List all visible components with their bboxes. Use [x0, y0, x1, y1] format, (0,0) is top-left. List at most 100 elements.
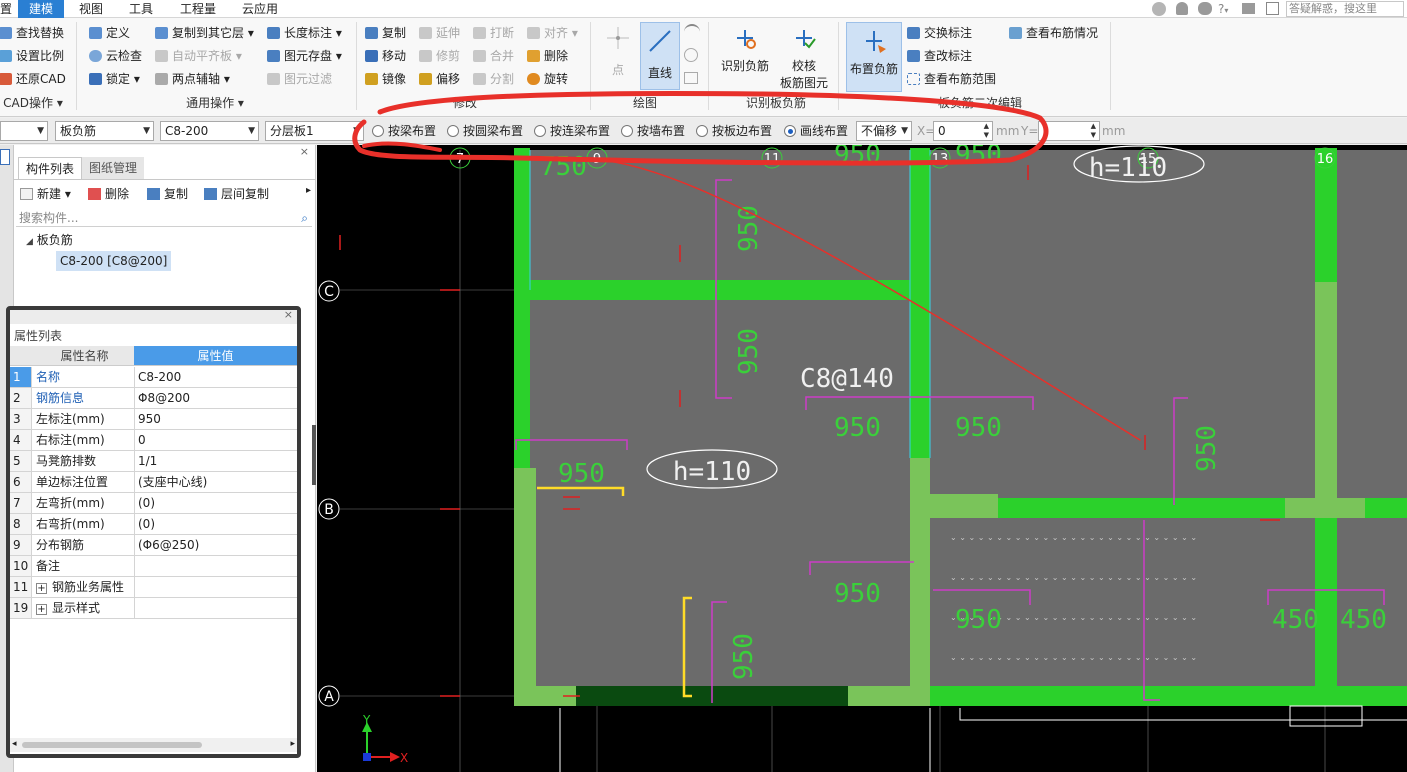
property-value[interactable]: (Φ6@250) — [134, 535, 297, 555]
delete-component-button[interactable]: 删除 — [88, 185, 129, 203]
property-row[interactable]: 8 右弯折(mm) (0) — [10, 514, 297, 535]
circle-icon[interactable] — [684, 48, 698, 62]
split-button[interactable]: 分割 — [472, 69, 514, 89]
expand-icon[interactable]: + — [36, 583, 47, 594]
shirt-icon[interactable] — [1242, 3, 1255, 14]
cloud-check-button[interactable]: 云检查 — [88, 46, 142, 66]
view-rebar-button[interactable]: 查看布筋情况 — [1008, 23, 1098, 43]
property-row[interactable]: 2 钢筋信息 Φ8@200 — [10, 388, 297, 409]
user-icon[interactable] — [1152, 2, 1166, 16]
align-button[interactable]: 对齐 ▾ — [526, 23, 578, 43]
property-row[interactable]: 1 名称 C8-200 — [10, 367, 297, 388]
cad-group-label[interactable]: CAD操作 ▾ — [0, 94, 66, 112]
place-neg-button[interactable]: 布置负筋 — [846, 22, 902, 92]
point-button[interactable]: 点 — [600, 20, 636, 90]
rotate-button[interactable]: 旋转 — [526, 69, 568, 89]
delete-button[interactable]: 删除 — [526, 46, 568, 66]
scroll-right-icon[interactable]: ▸ — [290, 739, 295, 749]
menu-cut[interactable]: 置 — [0, 0, 12, 18]
property-row[interactable]: 7 左弯折(mm) (0) — [10, 493, 297, 514]
close-icon[interactable]: × — [284, 308, 293, 321]
radio-slab-edge[interactable]: 按板边布置 — [694, 122, 772, 140]
chat-icon[interactable] — [1198, 2, 1212, 15]
property-value[interactable]: C8-200 — [134, 367, 297, 387]
check-rebar-button[interactable]: 校核 板筋图元 — [776, 20, 832, 94]
property-value[interactable]: 950 — [134, 409, 297, 429]
scroll-left-icon[interactable]: ◂ — [12, 739, 17, 749]
define-button[interactable]: 定义 — [88, 23, 130, 43]
save-element-button[interactable]: 图元存盘 ▾ — [266, 46, 342, 66]
drawing-canvas[interactable]: ⌄ ⌄ ⌄ ⌄ ⌄ ⌄ ⌄ ⌄ ⌄ ⌄ ⌄ ⌄ ⌄ ⌄ ⌄ ⌄ ⌄ ⌄ ⌄ ⌄ … — [317, 145, 1407, 772]
restore-cad-button[interactable]: 还原CAD — [0, 69, 66, 89]
h-scrollbar[interactable]: ◂ ▸ — [10, 738, 297, 752]
cad-drawing[interactable]: ⌄ ⌄ ⌄ ⌄ ⌄ ⌄ ⌄ ⌄ ⌄ ⌄ ⌄ ⌄ ⌄ ⌄ ⌄ ⌄ ⌄ ⌄ ⌄ ⌄ … — [317, 145, 1407, 772]
property-row[interactable]: 5 马凳筋排数 1/1 — [10, 451, 297, 472]
radio-round-beam[interactable]: 按圆梁布置 — [445, 122, 523, 140]
auto-align-button[interactable]: 自动平齐板 ▾ — [154, 46, 242, 66]
dock-icon[interactable] — [0, 149, 10, 165]
break-button[interactable]: 打断 — [472, 23, 514, 43]
arc-icon[interactable] — [684, 24, 700, 38]
property-value[interactable] — [134, 598, 297, 618]
menu-modeling[interactable]: 建模 — [18, 0, 64, 18]
property-row[interactable]: 6 单边标注位置 (支座中心线) — [10, 472, 297, 493]
trim-button[interactable]: 修剪 — [418, 46, 460, 66]
modify-mark-button[interactable]: 查改标注 — [906, 46, 972, 66]
menu-tools[interactable]: 工具 — [122, 0, 160, 18]
component-search-input[interactable]: 搜索构件... ⌕ — [16, 209, 312, 227]
extend-button[interactable]: 延伸 — [418, 23, 460, 43]
y-input[interactable]: ▲ ▼ — [1038, 121, 1100, 141]
property-value[interactable]: (支座中心线) — [134, 472, 297, 492]
type-combo[interactable]: ▼ — [0, 121, 48, 141]
find-replace-button[interactable]: 查找替换 — [0, 23, 64, 43]
property-row[interactable]: 10 备注 — [10, 556, 297, 577]
rect-icon[interactable] — [684, 72, 698, 84]
property-row[interactable]: 4 右标注(mm) 0 — [10, 430, 297, 451]
menu-quantity[interactable]: 工程量 — [172, 0, 224, 18]
radio-link-beam[interactable]: 按连梁布置 — [532, 122, 610, 140]
swap-mark-button[interactable]: 交换标注 — [906, 23, 972, 43]
search-input[interactable]: 答疑解惑，搜这里 — [1286, 1, 1404, 17]
line-button[interactable]: 直线 — [640, 22, 680, 90]
set-scale-button[interactable]: 设置比例 — [0, 46, 64, 66]
copy-component-button[interactable]: 复制 — [147, 185, 188, 203]
more-icon[interactable]: ▸ — [306, 185, 311, 196]
move-button[interactable]: 移动 — [364, 46, 406, 66]
tab-drawing-management[interactable]: 图纸管理 — [82, 157, 145, 179]
radio-beam[interactable]: 按梁布置 — [370, 122, 436, 140]
menu-cloud[interactable]: 云应用 — [234, 0, 286, 18]
identify-neg-button[interactable]: 识别负筋 — [714, 20, 776, 92]
new-button[interactable]: 新建 ▾ — [20, 185, 71, 203]
property-value[interactable] — [134, 556, 297, 576]
lock-button[interactable]: 锁定 ▾ — [88, 69, 140, 89]
bell-icon[interactable] — [1176, 2, 1188, 15]
element-filter-button[interactable]: 图元过滤 — [266, 69, 332, 89]
help-icon[interactable]: ?▾ — [1218, 0, 1228, 20]
component-combo[interactable]: C8-200 ▼ — [160, 121, 259, 141]
property-value[interactable]: 1/1 — [134, 451, 297, 471]
tree-node-parent[interactable]: ◢ 板负筋 — [26, 231, 73, 251]
property-row[interactable]: 3 左标注(mm) 950 — [10, 409, 297, 430]
tree-node-child[interactable]: C8-200 [C8@200] — [56, 251, 172, 271]
offset-button[interactable]: 偏移 — [418, 69, 460, 89]
x-input[interactable]: 0 ▲ ▼ — [933, 121, 993, 141]
property-row[interactable]: 19 + 显示样式 — [10, 598, 297, 619]
scroll-thumb[interactable] — [22, 742, 202, 748]
view-range-button[interactable]: 查看布筋范围 — [906, 69, 996, 89]
splitter-handle[interactable] — [312, 425, 316, 485]
two-point-axis-button[interactable]: 两点辅轴 ▾ — [154, 69, 230, 89]
length-mark-button[interactable]: 长度标注 ▾ — [266, 23, 342, 43]
property-value[interactable]: (0) — [134, 514, 297, 534]
property-value[interactable]: (0) — [134, 493, 297, 513]
copy-to-layer-button[interactable]: 复制到其它层 ▾ — [154, 23, 254, 43]
radio-wall[interactable]: 按墙布置 — [619, 122, 685, 140]
property-value[interactable] — [134, 577, 297, 597]
property-value[interactable]: 0 — [134, 430, 297, 450]
mirror-button[interactable]: 镜像 — [364, 69, 406, 89]
tab-component-list[interactable]: 构件列表 — [18, 157, 83, 179]
category-combo[interactable]: 板负筋 ▼ — [55, 121, 154, 141]
offset-combo[interactable]: 不偏移 ▼ — [856, 121, 912, 141]
copy-button[interactable]: 复制 — [364, 23, 406, 43]
radio-draw-line[interactable]: 画线布置 — [782, 122, 848, 140]
merge-button[interactable]: 合并 — [472, 46, 514, 66]
